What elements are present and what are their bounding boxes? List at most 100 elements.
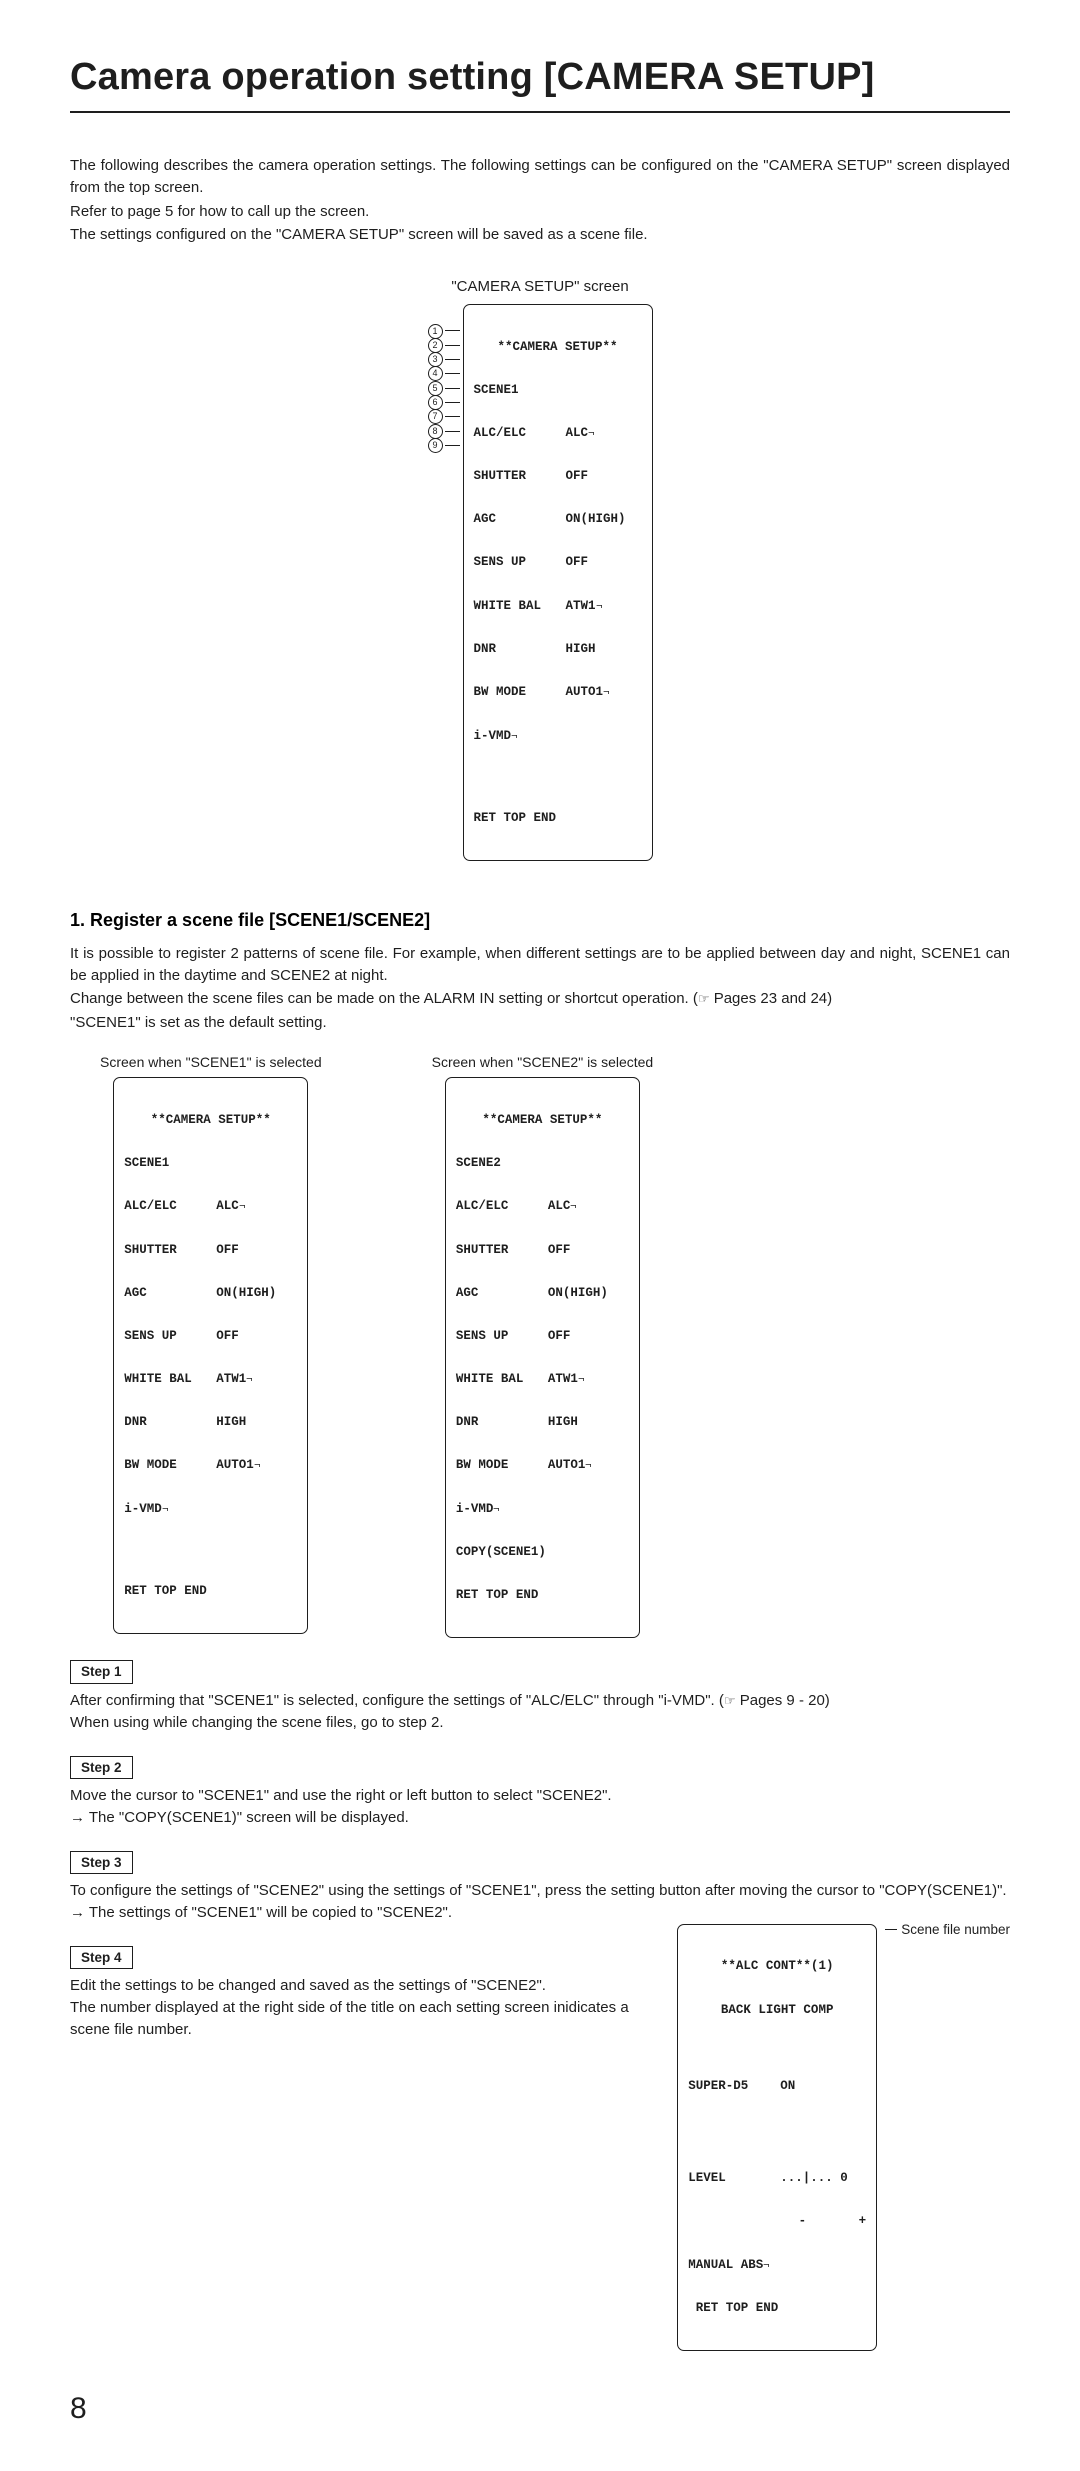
submenu-icon [511,729,518,743]
osd-dnr-value: HIGH [566,642,596,656]
section-1-para-1: It is possible to register 2 patterns of… [70,943,1010,987]
osd-alc-elc-value: ALC [566,426,595,441]
step-1-body: After confirming that "SCENE1" is select… [70,1690,1010,1734]
osd-shutter-value: OFF [566,469,589,483]
step-3-label: Step 3 [70,1851,133,1875]
osd-label: i-VMD [456,1502,548,1517]
submenu-icon [254,1458,261,1472]
osd-label: SENS UP [124,1329,216,1343]
callout-5: 5 [428,381,443,396]
intro-para-2: Refer to page 5 for how to call up the s… [70,201,1010,223]
page-number: 8 [70,2387,1010,2431]
leader-line [885,1929,897,1930]
submenu-icon [588,426,595,440]
osd-title: **CAMERA SETUP** [124,1113,297,1127]
callout-1: 1 [428,324,443,339]
osd-superd5-value: ON [780,2079,795,2093]
osd-scene2: SCENE2 [456,1156,548,1170]
osd-value: ALC [216,1199,245,1214]
step-3-body: To configure the settings of "SCENE2" us… [70,1880,1010,1924]
osd-value: AUTO1 [216,1458,260,1473]
osd-label: i-VMD [124,1502,216,1517]
intro-para-1: The following describes the camera opera… [70,155,1010,199]
section-1-para-2: Change between the scene files can be ma… [70,988,1010,1010]
osd-label: BW MODE [124,1458,216,1473]
step-4-label: Step 4 [70,1946,133,1970]
osd-label: SHUTTER [456,1243,548,1257]
osd-value: OFF [216,1243,239,1257]
osd-footer: RET TOP END [124,1584,207,1598]
osd-footer: RET TOP END [474,811,557,825]
osd-label: AGC [124,1286,216,1300]
submenu-icon [603,685,610,699]
submenu-icon [239,1199,246,1213]
osd-label: ALC/ELC [124,1199,216,1214]
osd-label: SHUTTER [124,1243,216,1257]
scene-file-number-note: Scene file number [885,1922,1010,1938]
step-4-body: Edit the settings to be changed and save… [70,1975,657,2040]
osd-value: ATW1 [548,1372,585,1387]
osd-value: ALC [548,1199,577,1214]
osd-value: OFF [548,1329,571,1343]
osd-footer: RET TOP END [456,1588,539,1602]
osd-ivmd-label: i-VMD [474,729,566,744]
osd-sensup-value: OFF [566,555,589,569]
osd-wb-label: WHITE BAL [474,599,566,614]
step-2-label: Step 2 [70,1756,133,1780]
osd-level-label: LEVEL [688,2171,780,2185]
osd-wb-value: ATW1 [566,599,603,614]
osd-footer: RET TOP END [696,2301,779,2315]
section-1-heading: 1. Register a scene file [SCENE1/SCENE2] [70,907,1010,933]
callout-4: 4 [428,366,443,381]
osd-value: OFF [216,1329,239,1343]
osd-copy-scene1: COPY(SCENE1) [456,1545,546,1559]
submenu-icon [493,1502,500,1516]
osd-value: HIGH [216,1415,246,1429]
main-osd-block: 1 2 3 4 5 6 7 8 9 **CAMERA SETUP** SCENE… [70,304,1010,861]
osd-alc-cont: **ALC CONT**(1) BACK LIGHT COMP SUPER-D5… [677,1924,877,2351]
submenu-icon [585,1458,592,1472]
page-ref-icon: ☞ [724,1693,736,1708]
osd-manual-abs: MANUAL ABS [688,2258,770,2273]
step-2-body: Move the cursor to "SCENE1" and use the … [70,1785,1010,1829]
intro-para-3: The settings configured on the "CAMERA S… [70,224,1010,246]
osd-scene1: SCENE1 [124,1156,216,1170]
callout-2: 2 [428,338,443,353]
osd-sensup-label: SENS UP [474,555,566,569]
screens-pair: Screen when "SCENE1" is selected **CAMER… [100,1052,1010,1639]
osd-dnr-label: DNR [474,642,566,656]
osd-bw-label: BW MODE [474,685,566,700]
osd-alc-elc-label: ALC/ELC [474,426,566,441]
title-rule [70,111,1010,113]
scene2-caption: Screen when "SCENE2" is selected [432,1052,654,1072]
step-1-label: Step 1 [70,1660,133,1684]
osd-scene1: SCENE1 [474,383,566,397]
callout-8: 8 [428,424,443,439]
section-1-para-3: "SCENE1" is set as the default setting. [70,1012,1010,1034]
submenu-icon [578,1372,585,1386]
submenu-icon [570,1199,577,1213]
osd-camera-setup: **CAMERA SETUP** SCENE1 ALC/ELCALC SHUTT… [463,304,653,861]
osd-value: OFF [548,1243,571,1257]
callout-7: 7 [428,409,443,424]
osd-scene2-box: **CAMERA SETUP** SCENE2 ALC/ELCALC SHUTT… [445,1077,640,1638]
osd-value: HIGH [548,1415,578,1429]
osd-agc-value: ON(HIGH) [566,512,626,526]
submenu-icon [246,1372,253,1386]
page-ref-icon: ☞ [698,991,710,1006]
osd-label: DNR [456,1415,548,1429]
osd-value: ON(HIGH) [548,1286,608,1300]
osd-label: WHITE BAL [456,1372,548,1387]
scene1-caption: Screen when "SCENE1" is selected [100,1052,322,1072]
osd-value: ATW1 [216,1372,253,1387]
osd-scene1-box: **CAMERA SETUP** SCENE1 ALC/ELCALC SHUTT… [113,1077,308,1634]
osd-value: ON(HIGH) [216,1286,276,1300]
callout-numbers: 1 2 3 4 5 6 7 8 9 [428,304,460,453]
submenu-icon [162,1502,169,1516]
osd-label: SENS UP [456,1329,548,1343]
osd-shutter-label: SHUTTER [474,469,566,483]
osd-label: BW MODE [456,1458,548,1473]
callout-6: 6 [428,395,443,410]
osd-bw-value: AUTO1 [566,685,610,700]
main-screen-caption: "CAMERA SETUP" screen [70,276,1010,298]
